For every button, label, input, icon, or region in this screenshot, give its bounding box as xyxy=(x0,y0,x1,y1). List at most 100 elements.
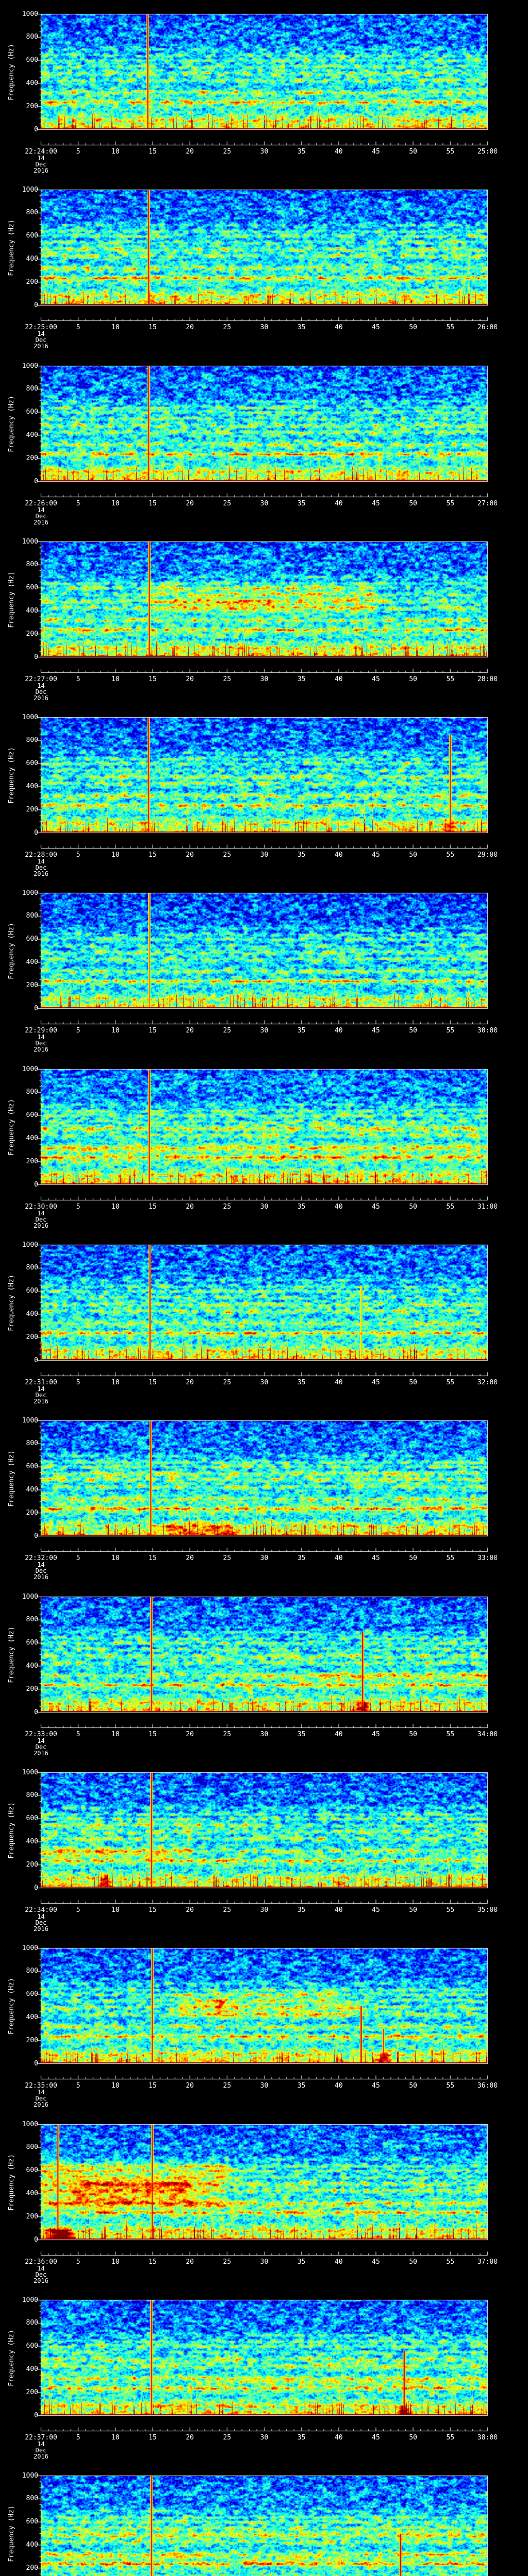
x-tick-label: 15 xyxy=(148,2258,157,2266)
y-tick-label: 600 xyxy=(26,408,38,416)
x-tick-label: 30 xyxy=(260,1027,269,1035)
frequency-axis-label: Frequency (Hz) xyxy=(8,2154,15,2211)
x-tick-label: 20 xyxy=(186,2258,194,2266)
y-tick-label: 0 xyxy=(34,2411,38,2419)
x-tick-label: 5 xyxy=(76,1379,80,1386)
y-tick-label: 600 xyxy=(26,584,38,592)
x-tick-label: 35 xyxy=(297,675,306,683)
date-line: 2016 xyxy=(34,1573,48,1581)
x-tick-label: 5 xyxy=(76,2258,80,2266)
y-tick-label: 0 xyxy=(34,1532,38,1540)
x-tick-label: 40 xyxy=(335,2258,343,2266)
x-tick-label: 10 xyxy=(111,148,120,156)
x-tick-label: 50 xyxy=(409,324,417,331)
x-axis-end-time-label: 33:00 xyxy=(477,1554,498,1562)
date-line: 2016 xyxy=(34,1398,48,1405)
x-tick-label: 40 xyxy=(335,148,343,156)
x-tick-label: 35 xyxy=(297,1554,306,1562)
y-tick-label: 0 xyxy=(34,1004,38,1012)
y-tick-label: 400 xyxy=(26,2540,38,2549)
x-tick-label: 50 xyxy=(409,500,417,507)
spectrogram-report: Frequency (Hz) 1000 800 600 400 200 0 22:24:00 5… xyxy=(0,0,528,2576)
y-tick-label: 1000 xyxy=(22,10,38,18)
date-line: 2016 xyxy=(34,1925,48,1933)
x-tick-label: 50 xyxy=(409,1731,417,1738)
x-axis-end-time-label: 25:00 xyxy=(477,148,498,156)
x-tick-label: 25 xyxy=(223,2258,232,2266)
y-tick-label: 400 xyxy=(26,255,38,263)
x-tick-label: 55 xyxy=(446,148,455,156)
x-tick-label: 15 xyxy=(148,1379,157,1386)
frequency-axis-label: Frequency (Hz) xyxy=(8,1450,15,1507)
spectrogram-panel: Frequency (Hz) 1000 800 600 400 200 0 22:27:00 5… xyxy=(0,528,528,704)
x-tick-label: 10 xyxy=(111,1731,120,1738)
y-tick-label: 800 xyxy=(26,561,38,569)
frequency-axis-label: Frequency (Hz) xyxy=(8,922,15,979)
y-tick-label: 0 xyxy=(34,301,38,309)
x-axis-end-time-label: 32:00 xyxy=(477,1379,498,1386)
x-tick-label: 55 xyxy=(446,500,455,507)
spectrogram-panel: Frequency (Hz)1000800600400200022:38:005… xyxy=(0,2462,528,2576)
y-tick-label: 800 xyxy=(26,1616,38,1624)
y-tick-label: 800 xyxy=(26,1791,38,1800)
x-tick-label: 50 xyxy=(409,1027,417,1035)
y-tick-label: 800 xyxy=(26,736,38,744)
y-tick-label: 400 xyxy=(26,1662,38,1670)
x-tick-label: 15 xyxy=(148,324,157,331)
y-tick-label: 0 xyxy=(34,828,38,837)
y-tick-label: 1000 xyxy=(22,1768,38,1776)
x-tick-label: 25 xyxy=(223,851,232,859)
y-tick-label: 1000 xyxy=(22,1592,38,1601)
x-tick-label: 50 xyxy=(409,2082,417,2090)
x-tick-label: 20 xyxy=(186,500,194,507)
x-tick-label: 55 xyxy=(446,324,455,331)
x-tick-label: 45 xyxy=(372,2082,380,2090)
x-tick-label: 55 xyxy=(446,1379,455,1386)
x-tick-label: 30 xyxy=(260,1731,269,1738)
y-tick-label: 400 xyxy=(26,1837,38,1845)
x-tick-label: 15 xyxy=(148,1731,157,1738)
x-axis-end-time-label: 35:00 xyxy=(477,1906,498,1914)
x-tick-label: 20 xyxy=(186,1027,194,1035)
x-tick-label: 5 xyxy=(76,675,80,683)
x-tick-label: 15 xyxy=(148,1027,157,1035)
x-tick-label: 25 xyxy=(223,1203,232,1211)
date-line: 2016 xyxy=(34,167,48,174)
x-tick-label: 45 xyxy=(372,1554,380,1562)
y-tick-label: 400 xyxy=(26,2189,38,2197)
x-tick-label: 30 xyxy=(260,1203,269,1211)
date-line: 2016 xyxy=(34,694,48,702)
y-tick-label: 800 xyxy=(26,2319,38,2327)
x-tick-label: 25 xyxy=(223,2434,232,2442)
y-tick-label: 0 xyxy=(34,1708,38,1716)
x-tick-label: 15 xyxy=(148,1203,157,1211)
x-tick-label: 55 xyxy=(446,1906,455,1914)
x-tick-label: 55 xyxy=(446,1027,455,1035)
x-tick-label: 30 xyxy=(260,1554,269,1562)
x-tick-label: 5 xyxy=(76,1906,80,1914)
x-tick-label: 20 xyxy=(186,324,194,331)
y-tick-label: 800 xyxy=(26,912,38,920)
y-tick-label: 200 xyxy=(26,2564,38,2572)
x-tick-label: 15 xyxy=(148,1554,157,1562)
x-tick-label: 55 xyxy=(446,1731,455,1738)
x-tick-label: 20 xyxy=(186,851,194,859)
x-tick-label: 35 xyxy=(297,324,306,331)
x-tick-label: 25 xyxy=(223,1906,232,1914)
x-tick-label: 50 xyxy=(409,675,417,683)
y-tick-label: 1000 xyxy=(22,2120,38,2128)
spectrogram-panel: Frequency (Hz) 1000 800 600 400 200 0 22:34:00 5… xyxy=(0,1758,528,1935)
x-tick-label: 10 xyxy=(111,851,120,859)
y-tick-label: 800 xyxy=(26,385,38,393)
x-tick-label: 35 xyxy=(297,1379,306,1386)
x-tick-label: 55 xyxy=(446,1554,455,1562)
x-tick-label: 30 xyxy=(260,851,269,859)
y-tick-label: 400 xyxy=(26,606,38,615)
y-tick-label: 600 xyxy=(26,2166,38,2175)
x-tick-label: 10 xyxy=(111,2258,120,2266)
x-tick-label: 45 xyxy=(372,1203,380,1211)
y-tick-label: 200 xyxy=(26,2212,38,2221)
x-tick-label: 55 xyxy=(446,2434,455,2442)
x-tick-label: 35 xyxy=(297,2434,306,2442)
y-tick-label: 200 xyxy=(26,102,38,110)
